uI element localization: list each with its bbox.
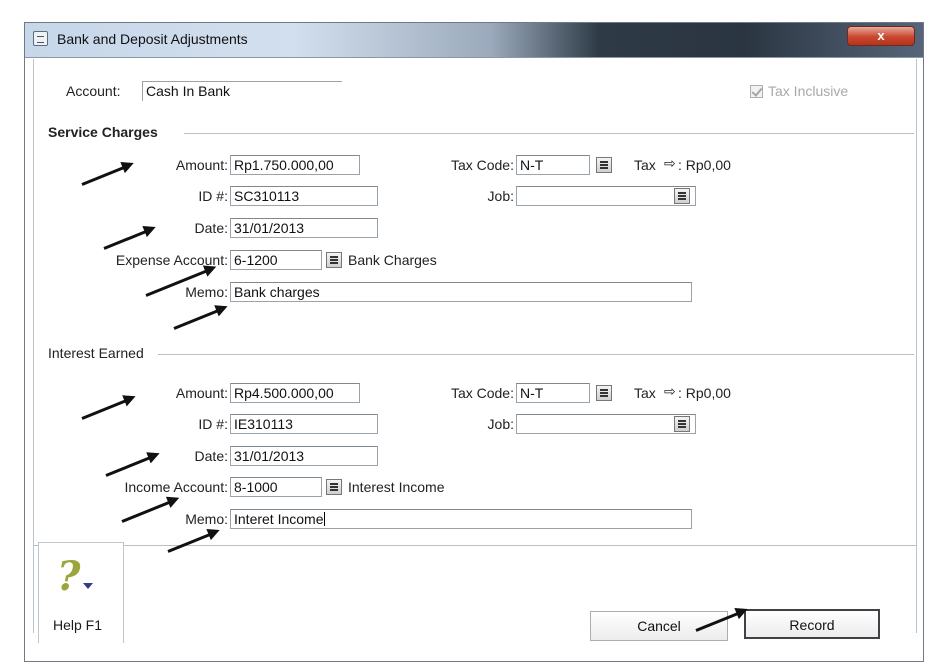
tax-inclusive-label: Tax Inclusive (768, 83, 849, 99)
interest-earned-title: Interest Earned (48, 345, 148, 361)
bank-deposit-adjustments-window: Bank and Deposit Adjustments x Account: … (24, 22, 924, 662)
service-id-label: ID #: (198, 188, 228, 204)
interest-amount-input[interactable]: Rp4.500.000,00 (230, 383, 360, 403)
footer-divider (34, 545, 916, 547)
income-account-label: Income Account: (124, 479, 228, 495)
help-button[interactable]: ? Help F1 (38, 542, 124, 643)
text-cursor (323, 512, 325, 526)
service-memo-input[interactable]: Bank charges (230, 282, 692, 302)
interest-tax-code-label: Tax Code: (450, 385, 514, 401)
service-job-list-icon[interactable] (674, 188, 690, 204)
record-button[interactable]: Record (744, 609, 880, 639)
service-job-label: Job: (487, 188, 514, 204)
title-bar[interactable]: Bank and Deposit Adjustments x (25, 23, 923, 58)
expense-account-input[interactable]: 6-1200 (230, 250, 322, 270)
service-charges-title: Service Charges (48, 124, 162, 140)
help-label: Help F1 (53, 617, 103, 633)
service-date-input[interactable]: 31/01/2013 (230, 218, 378, 238)
window-icon (33, 31, 48, 46)
service-amount-label: Amount: (175, 157, 228, 173)
income-account-list-icon[interactable] (326, 479, 342, 495)
income-account-name: Interest Income (348, 479, 445, 495)
service-tax-amount: : Rp0,00 (678, 157, 731, 173)
interest-id-input[interactable]: IE310113 (230, 414, 378, 434)
window-title: Bank and Deposit Adjustments (57, 31, 248, 47)
service-tax-arrow-icon[interactable]: ⇨ (664, 156, 676, 172)
interest-tax-arrow-icon[interactable]: ⇨ (664, 384, 676, 400)
interest-job-label: Job: (487, 416, 514, 432)
interest-memo-text: Interet Income (234, 511, 324, 527)
interest-amount-label: Amount: (175, 385, 228, 401)
interest-memo-input[interactable]: Interet Income (230, 509, 692, 529)
interest-earned-divider (158, 354, 914, 356)
interest-id-label: ID #: (198, 416, 228, 432)
service-tax-code-label: Tax Code: (450, 157, 514, 173)
service-amount-input[interactable]: Rp1.750.000,00 (230, 155, 360, 175)
account-field[interactable]: Cash In Bank (142, 81, 342, 101)
interest-tax-code-list-icon[interactable] (596, 385, 612, 401)
dialog-body: Account: Cash In Bank Tax Inclusive Serv… (33, 59, 917, 641)
service-id-input[interactable]: SC310113 (230, 186, 378, 206)
service-date-label: Date: (194, 220, 228, 236)
interest-date-input[interactable]: 31/01/2013 (230, 446, 378, 466)
expense-account-list-icon[interactable] (326, 252, 342, 268)
service-tax-label: Tax (634, 157, 656, 173)
interest-job-list-icon[interactable] (674, 416, 690, 432)
help-question-icon: ? (57, 553, 81, 600)
interest-tax-label: Tax (634, 385, 656, 401)
service-tax-code-input[interactable]: N-T (516, 155, 590, 175)
close-button[interactable]: x (847, 26, 915, 46)
expense-account-name: Bank Charges (348, 252, 437, 268)
interest-tax-amount: : Rp0,00 (678, 385, 731, 401)
income-account-input[interactable]: 8-1000 (230, 477, 322, 497)
interest-tax-code-input[interactable]: N-T (516, 383, 590, 403)
account-label: Account: (66, 83, 121, 99)
service-charges-divider (184, 133, 914, 135)
service-tax-code-list-icon[interactable] (596, 157, 612, 173)
help-dropdown-icon (83, 583, 93, 589)
service-job-input[interactable] (516, 186, 696, 206)
interest-job-input[interactable] (516, 414, 696, 434)
tax-inclusive-checkbox[interactable] (750, 85, 763, 98)
